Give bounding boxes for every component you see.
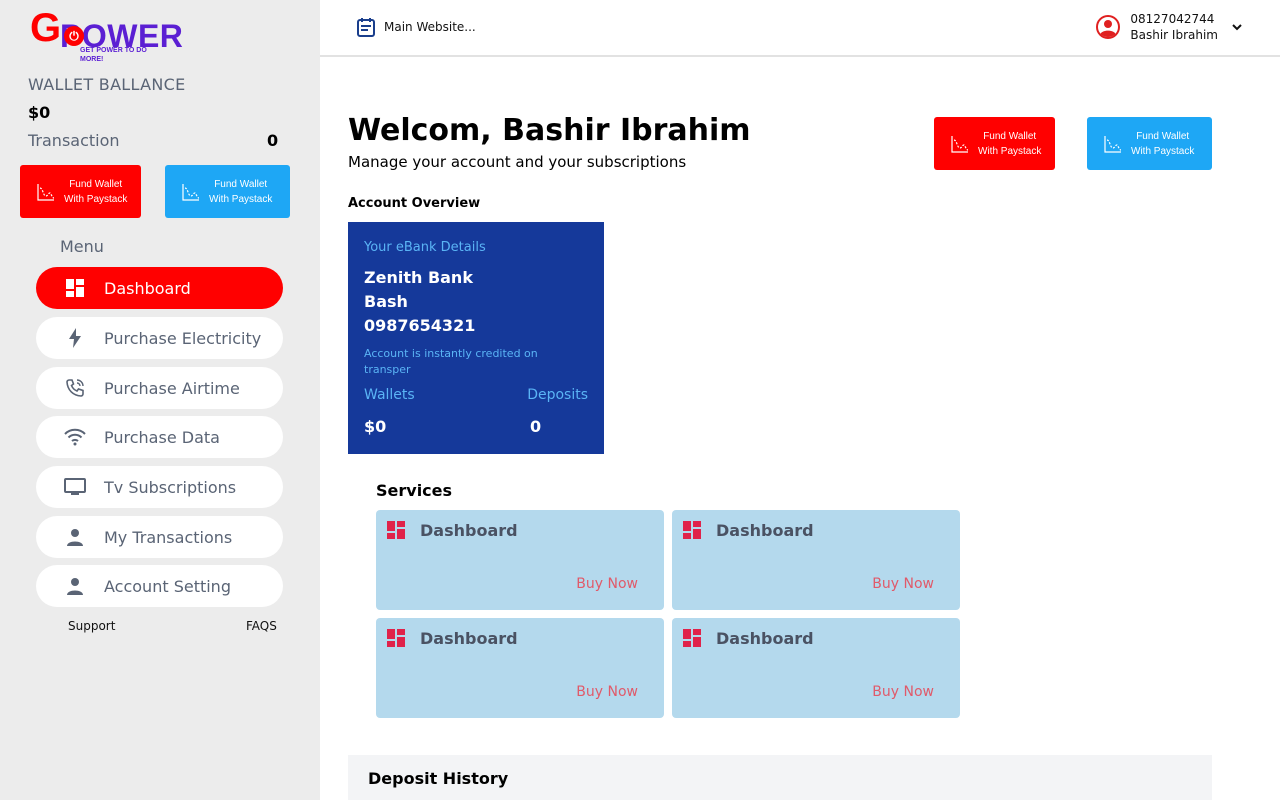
account-overview-label: Account Overview <box>348 196 481 211</box>
fund-wallet-red-button[interactable]: Fund Wallet With Paystack <box>934 117 1055 170</box>
chart-icon <box>37 183 55 201</box>
sidebar-item-account-setting[interactable]: Account Setting <box>36 565 283 607</box>
sidebar-item-label: Purchase Electricity <box>104 328 262 348</box>
sidebar-item-label: My Transactions <box>104 527 233 547</box>
service-title: Dashboard <box>716 521 814 540</box>
logo-tagline: GET POWER TO DO MORE! <box>80 47 147 63</box>
support-link[interactable]: Support <box>68 619 115 633</box>
wallet-balance-label: WALLET BALLANCE <box>28 75 186 94</box>
user-phone: 08127042744 <box>1130 12 1215 26</box>
sidebar-item-my-transactions[interactable]: My Transactions <box>36 516 283 558</box>
fund-wallet-blue-button[interactable]: Fund Wallet With Paystack <box>165 165 290 218</box>
calendar-icon <box>357 18 375 37</box>
paystack-label: With Paystack <box>209 193 273 205</box>
fund-wallet-red-button[interactable]: Fund Wallet With Paystack <box>20 165 141 218</box>
chevron-down-icon <box>1232 24 1242 31</box>
chart-icon <box>182 183 200 201</box>
dashboard-icon <box>387 629 405 647</box>
deposits-value: 0 <box>530 417 542 436</box>
fund-wallet-label: Fund Wallet <box>69 178 123 190</box>
user-name: Bashir Ibrahim <box>1130 28 1218 42</box>
fund-wallet-blue-button[interactable]: Fund Wallet With Paystack <box>1087 117 1212 170</box>
logo-letter-g: G <box>30 6 62 50</box>
chart-icon <box>951 135 969 153</box>
account-holder: Bash <box>364 292 408 311</box>
sidebar-item-purchase-airtime[interactable]: Purchase Airtime <box>36 367 283 409</box>
tv-icon <box>64 476 86 498</box>
top-bar: Main Website... 08127042744 Bashir Ibrah… <box>320 0 1280 57</box>
bank-card-title: Your eBank Details <box>364 240 486 255</box>
user-avatar-icon <box>1096 15 1121 39</box>
service-title: Dashboard <box>420 521 518 540</box>
transaction-count: 0 <box>267 131 279 150</box>
sidebar-item-label: Dashboard <box>104 278 191 298</box>
wallets-value: $0 <box>364 417 387 436</box>
deposit-history-panel: Deposit History <box>348 755 1212 800</box>
buy-now-link[interactable]: Buy Now <box>872 684 934 700</box>
wifi-icon <box>64 426 86 448</box>
fund-wallet-label: Fund Wallet <box>983 130 1037 142</box>
main-website-label: Main Website... <box>384 20 476 34</box>
fund-wallet-label: Fund Wallet <box>1136 130 1190 142</box>
bolt-icon <box>64 327 86 349</box>
person-icon <box>64 575 86 597</box>
chart-icon <box>1104 135 1122 153</box>
sidebar-item-label: Purchase Data <box>104 427 220 447</box>
wallet-balance-value: $0 <box>28 103 51 122</box>
dashboard-icon <box>683 629 701 647</box>
power-button-icon: ⏻ <box>64 26 84 46</box>
service-card[interactable]: Dashboard Buy Now <box>672 510 960 610</box>
fund-wallet-label: Fund Wallet <box>214 178 268 190</box>
paystack-label: With Paystack <box>64 193 128 205</box>
sidebar-item-label: Purchase Airtime <box>104 378 240 398</box>
sidebar: G POWER ⏻ GET POWER TO DO MORE! WALLET B… <box>0 0 320 800</box>
service-title: Dashboard <box>716 629 814 648</box>
sidebar-item-tv-subscriptions[interactable]: Tv Subscriptions <box>36 466 283 508</box>
main-website-link[interactable]: Main Website... <box>356 17 476 37</box>
dashboard-icon <box>387 521 405 539</box>
sidebar-item-label: Account Setting <box>104 576 231 596</box>
dashboard-icon <box>683 521 701 539</box>
sidebar-item-label: Tv Subscriptions <box>104 477 237 497</box>
wallets-label: Wallets <box>364 387 415 403</box>
person-icon <box>64 526 86 548</box>
gpower-logo[interactable]: G POWER ⏻ GET POWER TO DO MORE! <box>30 6 183 66</box>
dashboard-icon <box>64 277 86 299</box>
service-card[interactable]: Dashboard Buy Now <box>376 618 664 718</box>
paystack-label: With Paystack <box>1131 145 1195 157</box>
service-title: Dashboard <box>420 629 518 648</box>
deposit-history-title: Deposit History <box>368 769 509 788</box>
bank-details-card: Your eBank Details Zenith Bank Bash 0987… <box>348 222 604 454</box>
sidebar-item-dashboard[interactable]: Dashboard <box>36 267 283 309</box>
faqs-link[interactable]: FAQS <box>246 619 277 633</box>
menu-title: Menu <box>60 237 104 256</box>
buy-now-link[interactable]: Buy Now <box>872 576 934 592</box>
buy-now-link[interactable]: Buy Now <box>576 576 638 592</box>
transaction-label: Transaction <box>28 131 120 150</box>
bank-card-note: Account is instantly credited on transpe… <box>364 347 538 376</box>
paystack-label: With Paystack <box>978 145 1042 157</box>
service-card[interactable]: Dashboard Buy Now <box>376 510 664 610</box>
services-label: Services <box>376 481 453 500</box>
sidebar-item-purchase-electricity[interactable]: Purchase Electricity <box>36 317 283 359</box>
phone-icon <box>64 377 86 399</box>
bank-name: Zenith Bank <box>364 268 473 287</box>
service-card[interactable]: Dashboard Buy Now <box>672 618 960 718</box>
sidebar-item-purchase-data[interactable]: Purchase Data <box>36 416 283 458</box>
deposits-label: Deposits <box>527 387 588 403</box>
account-number: 0987654321 <box>364 316 476 335</box>
buy-now-link[interactable]: Buy Now <box>576 684 638 700</box>
user-menu[interactable]: 08127042744 Bashir Ibrahim <box>1096 11 1244 43</box>
page-title: Welcom, Bashir Ibrahim <box>348 113 751 148</box>
page-subtitle: Manage your account and your subscriptio… <box>348 153 687 171</box>
